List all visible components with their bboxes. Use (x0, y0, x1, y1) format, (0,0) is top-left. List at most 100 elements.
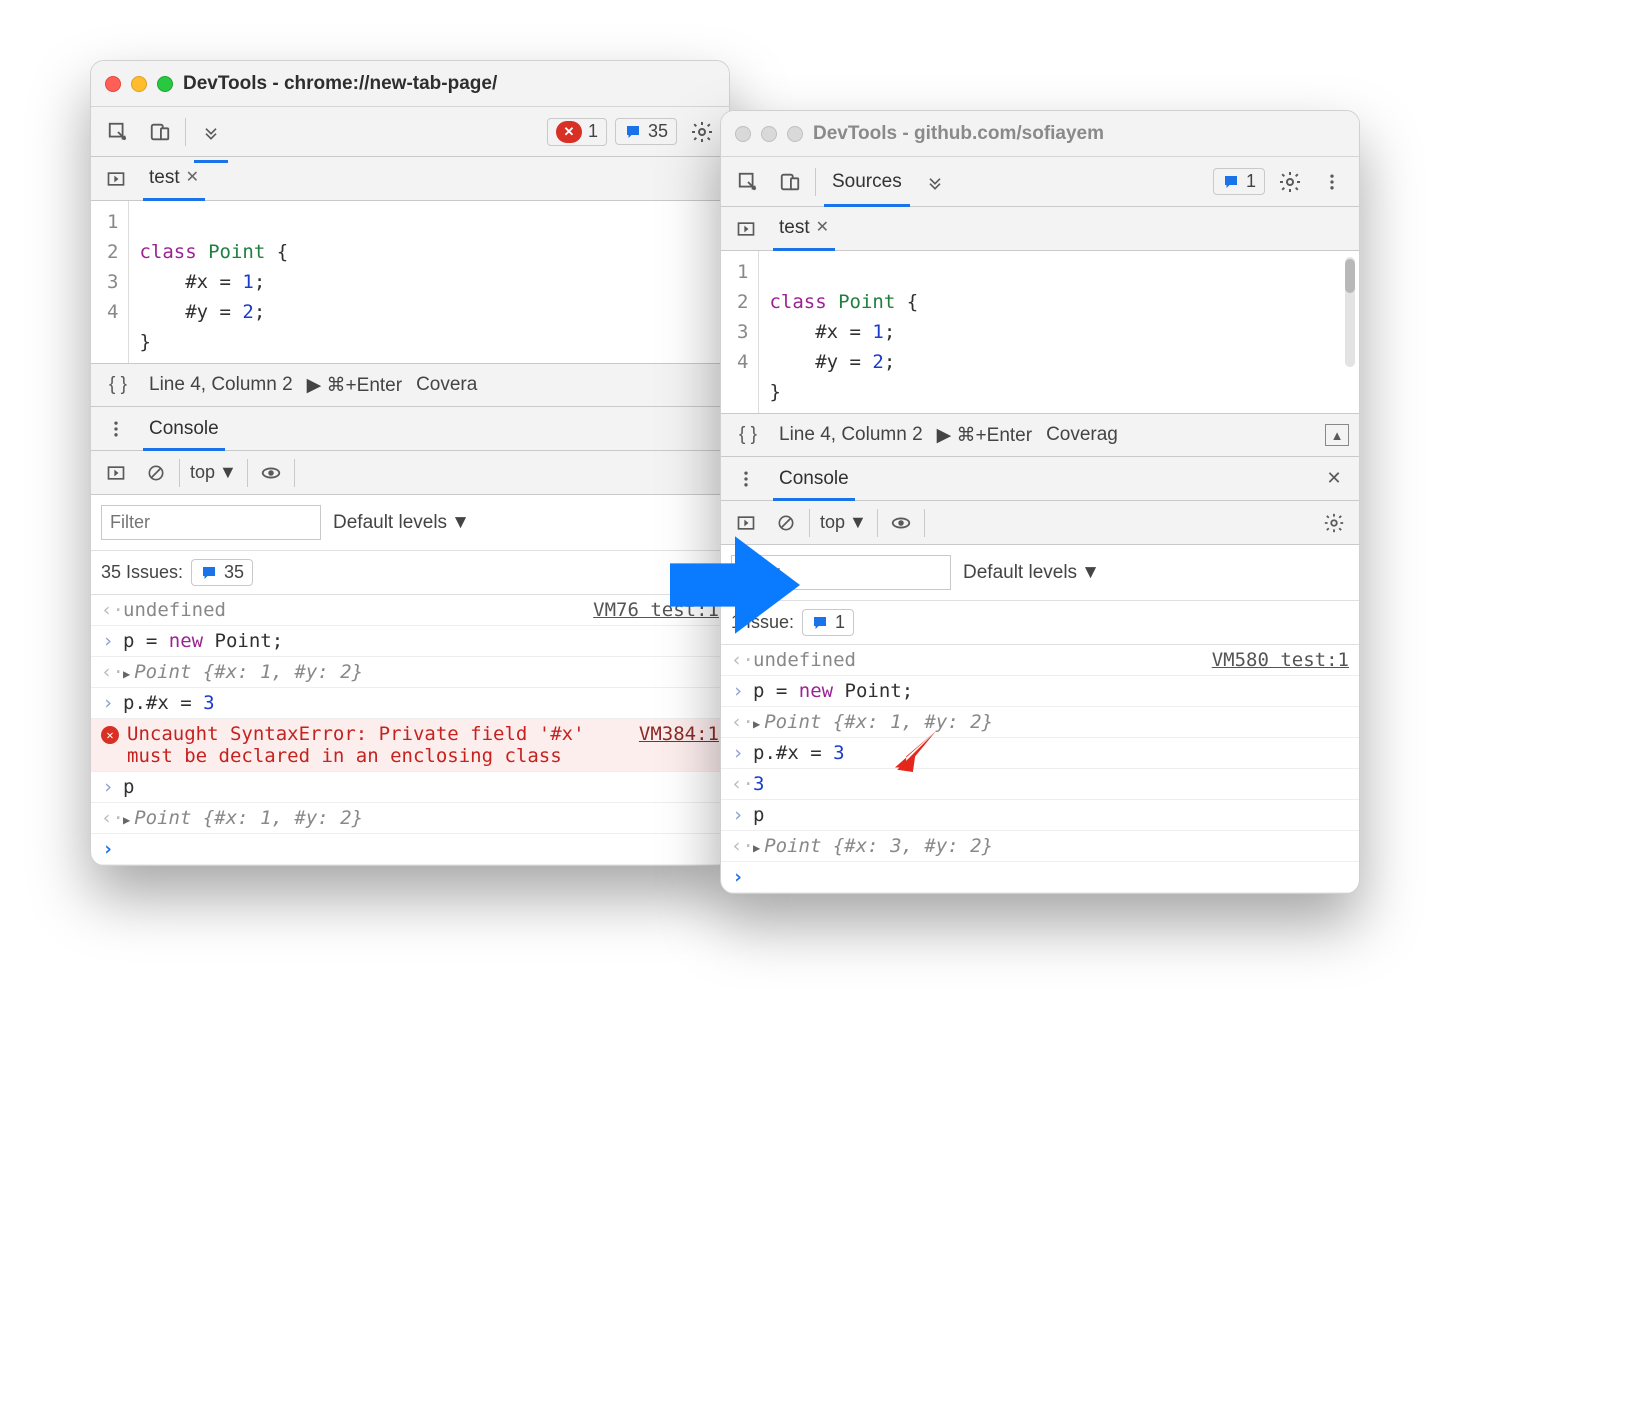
close-icon[interactable]: ✕ (816, 206, 829, 250)
code-editor[interactable]: 1 2 3 4 class Point { #x = 1; #y = 2; } (721, 251, 1359, 413)
main-toolbar: Sources 1 (721, 157, 1359, 207)
file-tab-test[interactable]: test ✕ (143, 157, 205, 201)
settings-gear-icon[interactable] (1273, 165, 1307, 199)
cursor-position: Line 4, Column 2 (779, 424, 923, 446)
more-menu-icon[interactable] (729, 462, 763, 496)
line-gutter: 1 2 3 4 (91, 201, 129, 363)
source-link[interactable]: VM580 test:1 (1212, 649, 1349, 671)
titlebar[interactable]: DevTools - chrome://new-tab-page/ (91, 61, 729, 107)
console-prompt[interactable]: › (91, 834, 729, 865)
issues-label: 35 Issues: (101, 562, 183, 583)
file-tab-test[interactable]: test ✕ (773, 207, 835, 251)
log-result[interactable]: ‹· 3 (721, 769, 1359, 800)
sidebar-toggle-icon[interactable] (99, 456, 133, 490)
collapse-drawer-icon[interactable]: ▲ (1325, 424, 1349, 446)
file-tab-label: test (149, 156, 180, 200)
live-expression-icon[interactable] (884, 506, 918, 540)
levels-select[interactable]: Default levels▼ (963, 562, 1100, 584)
console-toolbar: top▼ (91, 451, 729, 495)
clear-console-icon[interactable] (139, 456, 173, 490)
log-input[interactable]: › p.#x = 3 (91, 688, 729, 719)
close-icon[interactable] (105, 76, 121, 92)
drawer-tabs: Console (91, 407, 729, 451)
divider (185, 118, 186, 146)
run-snippet-button[interactable]: ▶ ⌘+Enter (307, 374, 402, 397)
context-select[interactable]: top▼ (816, 510, 871, 535)
code-editor[interactable]: 1 2 3 4 class Point { #x = 1; #y = 2; } (91, 201, 729, 363)
console-toolbar: top▼ (721, 501, 1359, 545)
log-result[interactable]: ‹· Point {#x: 1, #y: 2} (91, 657, 729, 688)
issues-badge[interactable]: 1 (1213, 168, 1265, 195)
minimize-icon[interactable] (131, 76, 147, 92)
filter-row: Default levels▼ (721, 545, 1359, 601)
file-tabs: test ✕ (721, 207, 1359, 251)
inspect-icon[interactable] (101, 115, 135, 149)
log-result[interactable]: ‹· undefined VM76 test:1 (91, 595, 729, 626)
console-log[interactable]: ‹· undefined VM580 test:1 › p = new Poin… (721, 645, 1359, 893)
run-snippet-button[interactable]: ▶ ⌘+Enter (937, 424, 1032, 447)
error-icon: ✕ (101, 726, 119, 744)
issues-pill[interactable]: 35 (191, 559, 253, 586)
coverage-button[interactable]: Coverag (1046, 424, 1118, 446)
minimize-icon[interactable] (761, 126, 777, 142)
drawer-tabs: Console ✕ (721, 457, 1359, 501)
console-settings-gear-icon[interactable] (1317, 506, 1351, 540)
divider (294, 459, 295, 487)
divider (815, 168, 816, 196)
issues-count: 35 (648, 121, 668, 142)
log-input[interactable]: › p (721, 800, 1359, 831)
window-title: DevTools - chrome://new-tab-page/ (183, 73, 715, 95)
pretty-print-icon[interactable]: { } (101, 368, 135, 402)
inspect-icon[interactable] (731, 165, 765, 199)
live-expression-icon[interactable] (254, 456, 288, 490)
drawer-tab-console[interactable]: Console (143, 407, 225, 451)
issues-pill[interactable]: 1 (802, 609, 854, 636)
cursor-position: Line 4, Column 2 (149, 374, 293, 396)
pretty-print-icon[interactable]: { } (731, 418, 765, 452)
navigator-toggle-icon[interactable] (99, 162, 133, 196)
levels-select[interactable]: Default levels▼ (333, 512, 470, 534)
drawer-tab-console[interactable]: Console (773, 457, 855, 501)
close-icon[interactable] (735, 126, 751, 142)
more-menu-icon[interactable] (99, 412, 133, 446)
log-input[interactable]: › p = new Point; (721, 676, 1359, 707)
zoom-icon[interactable] (787, 126, 803, 142)
log-input[interactable]: › p.#x = 3 (721, 738, 1359, 769)
console-prompt[interactable]: › (721, 862, 1359, 893)
log-result[interactable]: ‹· Point {#x: 1, #y: 2} (721, 707, 1359, 738)
navigator-toggle-icon[interactable] (729, 212, 763, 246)
code-content[interactable]: class Point { #x = 1; #y = 2; } (129, 201, 298, 363)
console-log[interactable]: ‹· undefined VM76 test:1 › p = new Point… (91, 595, 729, 865)
more-tabs-icon[interactable] (194, 115, 228, 149)
settings-gear-icon[interactable] (685, 115, 719, 149)
log-result[interactable]: ‹· Point {#x: 1, #y: 2} (91, 803, 729, 834)
more-menu-icon[interactable] (1315, 165, 1349, 199)
close-drawer-icon[interactable]: ✕ (1317, 462, 1351, 496)
issues-row[interactable]: 1 Issue: 1 (721, 601, 1359, 645)
log-error[interactable]: ✕ Uncaught SyntaxError: Private field '#… (91, 719, 729, 772)
divider (877, 509, 878, 537)
error-badge[interactable]: ✕ 1 (547, 118, 607, 146)
tab-sources[interactable]: Sources (824, 157, 910, 207)
zoom-icon[interactable] (157, 76, 173, 92)
source-link[interactable]: VM384:1 (639, 723, 719, 745)
device-toggle-icon[interactable] (143, 115, 177, 149)
divider (179, 459, 180, 487)
more-tabs-icon[interactable] (918, 165, 952, 199)
titlebar[interactable]: DevTools - github.com/sofiayem (721, 111, 1359, 157)
editor-statusbar: { } Line 4, Column 2 ▶ ⌘+Enter Coverag ▲ (721, 413, 1359, 457)
context-select[interactable]: top▼ (186, 460, 241, 485)
log-input[interactable]: › p = new Point; (91, 626, 729, 657)
scrollbar-thumb[interactable] (1345, 259, 1355, 293)
code-content[interactable]: class Point { #x = 1; #y = 2; } (759, 251, 928, 413)
issues-badge[interactable]: 35 (615, 118, 677, 145)
filter-input[interactable] (101, 505, 321, 540)
log-result[interactable]: ‹· Point {#x: 3, #y: 2} (721, 831, 1359, 862)
main-toolbar: ✕ 1 35 (91, 107, 729, 157)
issues-row[interactable]: 35 Issues: 35 (91, 551, 729, 595)
log-input[interactable]: › p (91, 772, 729, 803)
log-result[interactable]: ‹· undefined VM580 test:1 (721, 645, 1359, 676)
divider (809, 509, 810, 537)
coverage-button[interactable]: Covera (416, 374, 477, 396)
device-toggle-icon[interactable] (773, 165, 807, 199)
